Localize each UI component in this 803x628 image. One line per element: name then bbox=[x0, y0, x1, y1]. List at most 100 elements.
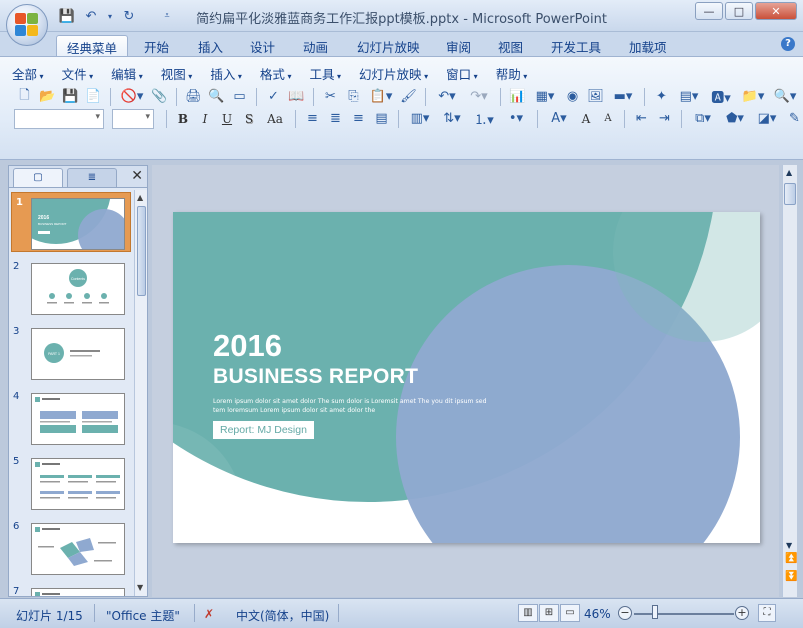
panel-close-icon[interactable]: ✕ bbox=[131, 168, 143, 184]
align-right-icon[interactable]: ≡ bbox=[348, 108, 369, 129]
help-icon[interactable]: ? bbox=[781, 37, 795, 51]
scroll-up-arrow-icon[interactable]: ▲ bbox=[137, 193, 143, 202]
attach-icon[interactable]: 📎 bbox=[149, 86, 170, 107]
find-icon[interactable]: 🔍▾ bbox=[770, 86, 800, 107]
shadow-button[interactable]: S bbox=[239, 109, 259, 129]
font-family-select[interactable] bbox=[14, 108, 104, 129]
print-icon[interactable]: 🖨 bbox=[183, 86, 204, 107]
layout-icon[interactable]: ▤▾ bbox=[674, 86, 704, 107]
italic-button[interactable]: I bbox=[195, 109, 215, 129]
previous-slide-icon[interactable]: ⏫ bbox=[785, 553, 797, 564]
save-pdf-icon[interactable]: 📄 bbox=[83, 86, 104, 107]
spelling-icon[interactable]: ✓ bbox=[263, 86, 284, 107]
slideshow-view-button[interactable]: ▭ bbox=[560, 604, 580, 622]
zoom-slider-knob[interactable] bbox=[652, 605, 658, 619]
zoom-out-button[interactable]: − bbox=[618, 606, 632, 620]
textbox-icon[interactable]: 🅰▾ bbox=[706, 86, 736, 107]
save-icon[interactable]: 💾 bbox=[60, 86, 81, 107]
scroll-down-arrow-icon[interactable]: ▼ bbox=[137, 583, 143, 592]
menu-insert[interactable]: 插入 bbox=[210, 64, 242, 83]
menu-tools[interactable]: 工具 bbox=[309, 64, 341, 83]
thumbnail-3[interactable]: 3 PART 1 bbox=[9, 322, 135, 382]
underline-button[interactable]: U bbox=[217, 109, 237, 129]
menu-all[interactable]: 全部 bbox=[12, 64, 44, 83]
tab-developer[interactable]: 开发工具 bbox=[541, 35, 611, 58]
slide-icon[interactable]: ▭ bbox=[229, 86, 250, 107]
align-center-icon[interactable]: ≣ bbox=[325, 108, 346, 129]
spell-check-icon[interactable]: ✗ bbox=[204, 607, 214, 621]
align-left-icon[interactable]: ≡ bbox=[302, 108, 323, 129]
decrease-font-button[interactable]: A bbox=[598, 109, 618, 129]
cut-icon[interactable]: ✂ bbox=[320, 86, 341, 107]
text-direction-icon[interactable]: ⇅▾ bbox=[437, 108, 467, 129]
menu-edit[interactable]: 编辑 bbox=[111, 64, 143, 83]
thumbnail-5[interactable]: 5 bbox=[9, 452, 135, 512]
slide-sorter-view-button[interactable]: ⊞ bbox=[539, 604, 559, 622]
scrollbar-thumb[interactable] bbox=[137, 206, 146, 296]
columns-icon[interactable]: ▥▾ bbox=[405, 108, 435, 129]
tab-addins[interactable]: 加载项 bbox=[619, 35, 677, 58]
thumbnail-4[interactable]: 4 bbox=[9, 387, 135, 447]
increase-font-button[interactable]: A bbox=[576, 109, 596, 129]
slide-scrollbar[interactable]: ▲ ▼ ⏫ ⏬ bbox=[782, 165, 797, 597]
tab-animation[interactable]: 动画 bbox=[293, 35, 338, 58]
tab-review[interactable]: 审阅 bbox=[436, 35, 481, 58]
picture-icon[interactable]: 🖼 bbox=[585, 86, 606, 107]
chart-icon[interactable]: 📊 bbox=[507, 86, 528, 107]
folder-icon[interactable]: 📁▾ bbox=[738, 86, 768, 107]
thumbnail-2[interactable]: 2 Contents bbox=[9, 257, 135, 317]
slide-canvas[interactable]: 2016 BUSINESS REPORT Lorem ipsum dolor s… bbox=[173, 212, 760, 543]
thumbnail-7[interactable]: 7 bbox=[9, 582, 135, 596]
tab-view[interactable]: 视图 bbox=[488, 35, 533, 58]
thumbnail-6[interactable]: 6 bbox=[9, 517, 135, 577]
permission-icon[interactable]: 🚫▾ bbox=[117, 86, 147, 107]
menu-view[interactable]: 视图 bbox=[161, 64, 193, 83]
normal-view-button[interactable]: ▥ bbox=[518, 604, 538, 622]
research-icon[interactable]: 📖 bbox=[286, 86, 307, 107]
change-case-button[interactable]: Aa bbox=[261, 109, 289, 129]
thumbnail-1[interactable]: 1 2016 BUSINESS REPORT bbox=[9, 192, 135, 252]
language[interactable]: 中文(简体，中国) bbox=[236, 607, 329, 624]
paste-icon[interactable]: 📋▾ bbox=[366, 86, 396, 107]
font-color-icon[interactable]: A▾ bbox=[544, 108, 574, 129]
menu-help[interactable]: 帮助 bbox=[496, 64, 528, 83]
tab-classic-menu[interactable]: 经典菜单 bbox=[56, 35, 129, 57]
tab-insert[interactable]: 插入 bbox=[188, 35, 233, 58]
scrollbar-thumb[interactable] bbox=[784, 183, 796, 205]
tab-outline[interactable]: ≣ bbox=[67, 168, 117, 187]
new-document-icon[interactable]: 🗋 bbox=[14, 86, 35, 107]
menu-format[interactable]: 格式 bbox=[260, 64, 292, 83]
shape-outline-icon[interactable]: ✎ bbox=[784, 108, 803, 129]
menu-file[interactable]: 文件 bbox=[62, 64, 94, 83]
thumbnail-scrollbar[interactable]: ▲ ▼ bbox=[134, 190, 147, 596]
scroll-down-arrow-icon[interactable]: ▼ bbox=[786, 541, 792, 550]
tab-slides[interactable]: ▢ bbox=[13, 168, 63, 187]
table-icon[interactable]: ▦▾ bbox=[530, 86, 560, 107]
redo-icon[interactable]: ↷▾ bbox=[464, 86, 494, 107]
menu-window[interactable]: 窗口 bbox=[446, 64, 478, 83]
new-slide-icon[interactable]: ✦ bbox=[651, 86, 672, 107]
office-button[interactable] bbox=[6, 4, 48, 46]
zoom-level[interactable]: 46% bbox=[584, 607, 611, 621]
restore-button[interactable]: □ bbox=[725, 2, 753, 20]
fit-to-window-button[interactable]: ⛶ bbox=[758, 604, 776, 622]
clip-art-icon[interactable]: ◉ bbox=[562, 86, 583, 107]
tab-home[interactable]: 开始 bbox=[134, 35, 179, 58]
color-icon[interactable]: ▬▾ bbox=[608, 86, 638, 107]
scroll-up-arrow-icon[interactable]: ▲ bbox=[786, 168, 792, 177]
zoom-in-button[interactable]: + bbox=[735, 606, 749, 620]
menu-slideshow[interactable]: 幻灯片放映 bbox=[359, 64, 428, 83]
shape-fill-icon[interactable]: ◪▾ bbox=[752, 108, 782, 129]
print-preview-icon[interactable]: 🔍 bbox=[206, 86, 227, 107]
numbering-icon[interactable]: ⒈▾ bbox=[469, 108, 499, 129]
arrange-icon[interactable]: ⧉▾ bbox=[688, 108, 718, 129]
justify-icon[interactable]: ▤ bbox=[371, 108, 392, 129]
bullets-icon[interactable]: •▾ bbox=[501, 108, 531, 129]
close-button[interactable]: ✕ bbox=[755, 2, 797, 20]
increase-indent-icon[interactable]: ⇥ bbox=[654, 108, 675, 129]
open-icon[interactable]: 📂 bbox=[37, 86, 58, 107]
tab-slideshow[interactable]: 幻灯片放映 bbox=[347, 35, 430, 58]
format-painter-icon[interactable]: 🖌 bbox=[398, 86, 419, 107]
font-size-select[interactable] bbox=[112, 108, 154, 129]
next-slide-icon[interactable]: ⏬ bbox=[785, 571, 797, 582]
